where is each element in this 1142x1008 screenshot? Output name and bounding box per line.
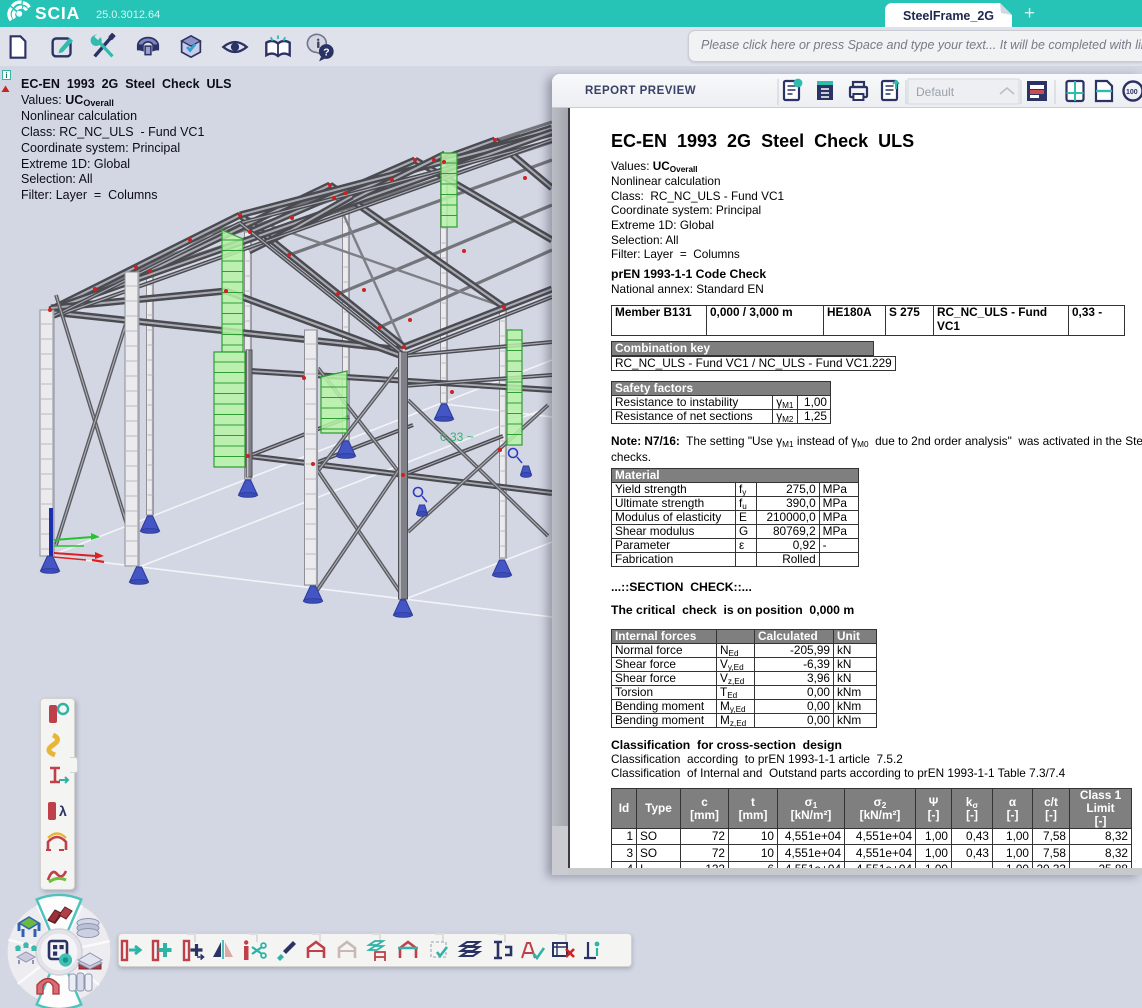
svg-text:λ: λ bbox=[59, 803, 67, 819]
svg-text:?: ? bbox=[323, 48, 329, 59]
